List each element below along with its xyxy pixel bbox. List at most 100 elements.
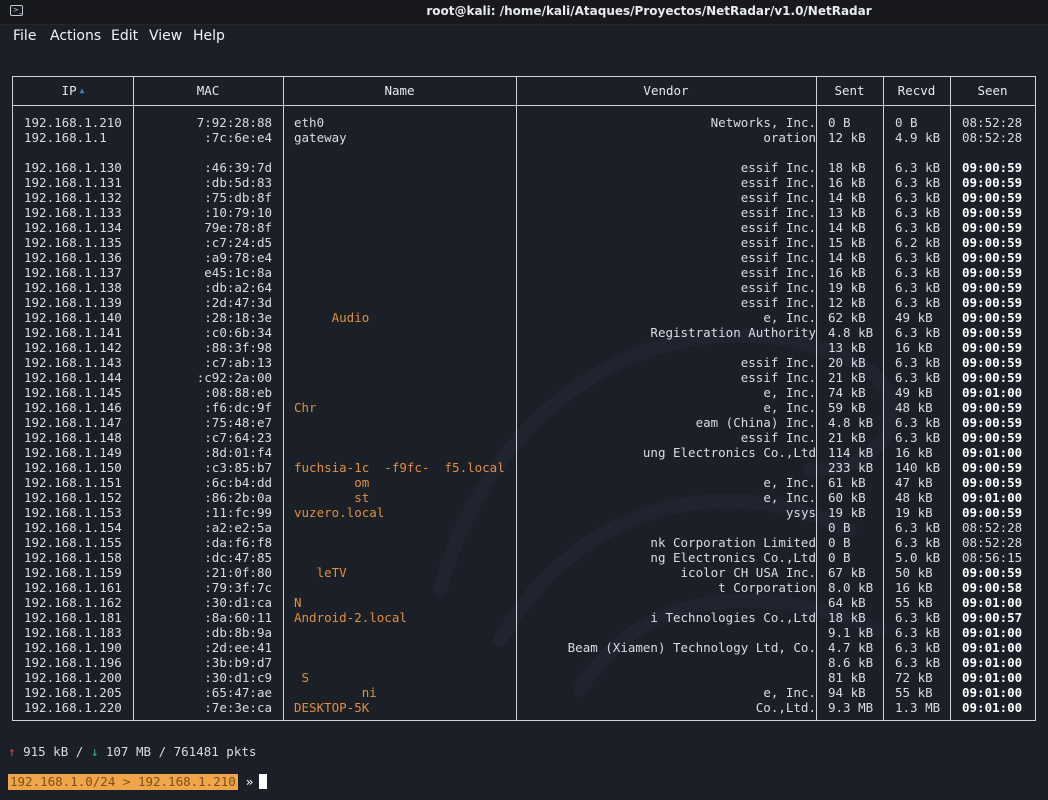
cell-mac: e45:1c:8a xyxy=(204,265,272,280)
table-row[interactable]: 192.168.1.196:3b:b9:d7 8.6 kB 6.3 kB 09:01:… xyxy=(13,655,1035,670)
cell-seen: 09:00:59 xyxy=(962,565,1023,580)
table-row[interactable]: 192.168.1.210 7:92:28:88 eth0 Networks, Inc… xyxy=(13,115,1035,130)
table-row[interactable]: 192.168.1.190:2d:ee:41 Beam (Xiamen) Tech… xyxy=(13,640,1035,655)
header-seen[interactable]: Seen xyxy=(950,83,1035,98)
cell-recvd: 49 kB xyxy=(895,310,933,325)
table-row[interactable]: 192.168.1.142:88:3f:98 13 kB 16 kB 09:00:59 xyxy=(13,340,1035,355)
table-row[interactable]: 192.168.1.136:a9:78:e4 essif Inc. 14 kB 6.3… xyxy=(13,250,1035,265)
table-row[interactable]: 192.168.1.205:65:47:ae ni e, Inc. 94 kB 55 … xyxy=(13,685,1035,700)
table-row[interactable]: 192.168.1.154:a2:e2:5a 0 B 6.3 kB 08:52:28 xyxy=(13,520,1035,535)
cell-seen: 09:01:00 xyxy=(962,655,1023,670)
cell-recvd: 49 kB xyxy=(895,385,933,400)
cell-ip: 192.168.1.132 xyxy=(24,190,122,205)
table-row[interactable]: 192.168.1.144:c92:2a:00 essif Inc. 21 kB 6.… xyxy=(13,370,1035,385)
cell-mac: :a9:78:e4 xyxy=(204,250,272,265)
cell-seen: 09:01:00 xyxy=(962,595,1023,610)
cell-recvd: 55 kB xyxy=(895,685,933,700)
cell-mac: :7e:3e:ca xyxy=(204,700,272,715)
traffic-status: ↑ 915 kB / ↓ 107 MB / 761481 pkts xyxy=(8,744,257,759)
table-row[interactable]: 192.168.1.155:da:f6:f8 nk Corporation Lim… xyxy=(13,535,1035,550)
cell-ip: 192.168.1.141 xyxy=(24,325,122,340)
cell-mac: :c7:64:23 xyxy=(204,430,272,445)
table-row[interactable]: 192.168.1.158:dc:47:85 ng Electronics Co.… xyxy=(13,550,1035,565)
cell-seen: 09:01:00 xyxy=(962,670,1023,685)
table-row[interactable]: 192.168.1.132:75:db:8f essif Inc. 14 kB 6.3… xyxy=(13,190,1035,205)
cell-sent: 12 kB xyxy=(828,130,866,145)
header-recvd[interactable]: Recvd xyxy=(883,83,950,98)
cell-recvd: 6.3 kB xyxy=(895,415,941,430)
table-row[interactable]: 192.168.1.153:11:fc:99 vuzero.local ysys 19… xyxy=(13,505,1035,520)
table-row[interactable]: 192.168.1.181:8a:60:11 Android-2.local i T… xyxy=(13,610,1035,625)
cell-recvd: 6.3 kB xyxy=(895,430,941,445)
table-row[interactable]: 192.168.1.147:75:48:e7 eam (China) Inc. 4.… xyxy=(13,415,1035,430)
table-row[interactable]: 192.168.1.143:c7:ab:13 essif Inc. 20 kB 6.3… xyxy=(13,355,1035,370)
cell-ip: 192.168.1.200 xyxy=(24,670,122,685)
cell-name: vuzero.local xyxy=(294,505,385,520)
table-row[interactable]: 192.168.1.133:10:79:10 essif Inc. 13 kB 6.3… xyxy=(13,205,1035,220)
cell-mac: :46:39:7d xyxy=(204,160,272,175)
table-row[interactable]: 192.168.1.150:c3:85:b7 fuchsia-1c -f9fc- … xyxy=(13,460,1035,475)
table-row[interactable]: 192.168.1.137 e45:1c:8a essif Inc. 16 kB 6.3… xyxy=(13,265,1035,280)
cell-ip: 192.168.1.144 xyxy=(24,370,122,385)
menu-help[interactable]: Help xyxy=(193,28,225,44)
table-row[interactable]: 192.168.1.183:db:8b:9a 9.1 kB 6.3 kB 09:01:… xyxy=(13,625,1035,640)
cell-seen: 09:01:00 xyxy=(962,700,1023,715)
cell-name: S xyxy=(294,670,310,685)
table-row[interactable]: 192.168.1.131:db:5d:83 essif Inc. 16 kB 6.3… xyxy=(13,175,1035,190)
header-ip[interactable]: IP ▲ xyxy=(13,83,133,98)
table-row[interactable]: 192.168.1.134 79e:78:8f essif Inc. 14 kB 6.3… xyxy=(13,220,1035,235)
cell-recvd: 6.2 kB xyxy=(895,235,941,250)
cell-ip: 192.168.1.130 xyxy=(24,160,122,175)
table-row[interactable]: 192.168.1.161:79:3f:7c t Corporation 8.0 k… xyxy=(13,580,1035,595)
cell-mac: 79e:78:8f xyxy=(204,220,272,235)
table-row[interactable]: 192.168.1.151:6c:b4:dd om e, Inc. 61 kB 47 … xyxy=(13,475,1035,490)
table-row[interactable]: 192.168.1.162:30:d1:ca N 64 kB 55 kB 09:01:0… xyxy=(13,595,1035,610)
cell-vendor: e, Inc. xyxy=(763,685,816,700)
table-row[interactable]: 192.168.1.140:28:18:3e Audio e, Inc. 62 kB… xyxy=(13,310,1035,325)
cell-seen: 09:01:00 xyxy=(962,385,1023,400)
table-row[interactable]: 192.168.1.135:c7:24:d5 essif Inc. 15 kB 6.2… xyxy=(13,235,1035,250)
cell-vendor: ysys xyxy=(785,505,816,520)
table-row[interactable]: 192.168.1.139:2d:47:3d essif Inc. 12 kB 6.3… xyxy=(13,295,1035,310)
table-row[interactable]: 192.168.1.141:c0:6b:34 Registration Autho… xyxy=(13,325,1035,340)
table-row[interactable]: 192.168.1.152:86:2b:0a st e, Inc. 60 kB 48 … xyxy=(13,490,1035,505)
command-prompt[interactable]: 192.168.1.0/24 > 192.168.1.210 » xyxy=(8,774,268,790)
table-row[interactable]: 192.168.1.159:21:0f:80 leTV icolor CH USA… xyxy=(13,565,1035,580)
prompt-network: 192.168.1.0/24 xyxy=(10,774,116,789)
cell-sent: 18 kB xyxy=(828,160,866,175)
cell-vendor: oration xyxy=(763,130,816,145)
cell-mac: :3b:b9:d7 xyxy=(204,655,272,670)
table-row[interactable]: 192.168.1.130:46:39:7d essif Inc. 18 kB 6.3… xyxy=(13,160,1035,175)
cell-recvd: 0 B xyxy=(895,115,918,130)
table-row[interactable]: 192.168.1.145:08:88:eb e, Inc. 74 kB 49 kB 0… xyxy=(13,385,1035,400)
table-row[interactable]: 192.168.1.138:db:a2:64 essif Inc. 19 kB 6.3… xyxy=(13,280,1035,295)
menu-edit[interactable]: Edit xyxy=(111,28,138,44)
cell-sent: 0 B xyxy=(828,115,851,130)
cell-name: Chr xyxy=(294,400,317,415)
cell-vendor: t Corporation xyxy=(718,580,816,595)
menu-actions[interactable]: Actions xyxy=(50,28,101,44)
table-row[interactable]: 192.168.1.148:c7:64:23 essif Inc. 21 kB 6.3… xyxy=(13,430,1035,445)
cell-seen: 09:00:59 xyxy=(962,370,1023,385)
header-mac[interactable]: MAC xyxy=(133,83,283,98)
cell-vendor: e, Inc. xyxy=(763,490,816,505)
header-name[interactable]: Name xyxy=(283,83,516,98)
upload-total: 915 kB xyxy=(23,744,69,759)
table-row[interactable]: 192.168.1.149:8d:01:f4 ung Electronics Co… xyxy=(13,445,1035,460)
sort-ascending-icon: ▲ xyxy=(79,86,85,95)
menu-file[interactable]: File xyxy=(13,28,36,44)
menu-view[interactable]: View xyxy=(149,28,182,44)
header-sent[interactable]: Sent xyxy=(816,83,883,98)
cell-recvd: 6.3 kB xyxy=(895,520,941,535)
table-row[interactable]: 192.168.1.220:7e:3e:ca DESKTOP-5K Co.,Ltd.… xyxy=(13,700,1035,715)
cell-ip: 192.168.1.183 xyxy=(24,625,122,640)
cell-vendor: ung Electronics Co.,Ltd xyxy=(642,445,816,460)
upload-arrow-icon: ↑ xyxy=(8,744,16,759)
table-row[interactable]: 192.168.1.146:f6:dc:9f Chr e, Inc. 59 kB 48 … xyxy=(13,400,1035,415)
cell-vendor: ng Electronics Co.,Ltd xyxy=(650,550,816,565)
header-vendor[interactable]: Vendor xyxy=(516,83,816,98)
cell-mac: :10:79:10 xyxy=(204,205,272,220)
table-row[interactable]: 192.168.1.200:30:d1:c9 S 81 kB 72 kB 09:01:… xyxy=(13,670,1035,685)
cell-sent: 0 B xyxy=(828,520,851,535)
table-row[interactable]: 192.168.1.1:7c:6e:e4 gateway oration 12 kB 4… xyxy=(13,130,1035,145)
